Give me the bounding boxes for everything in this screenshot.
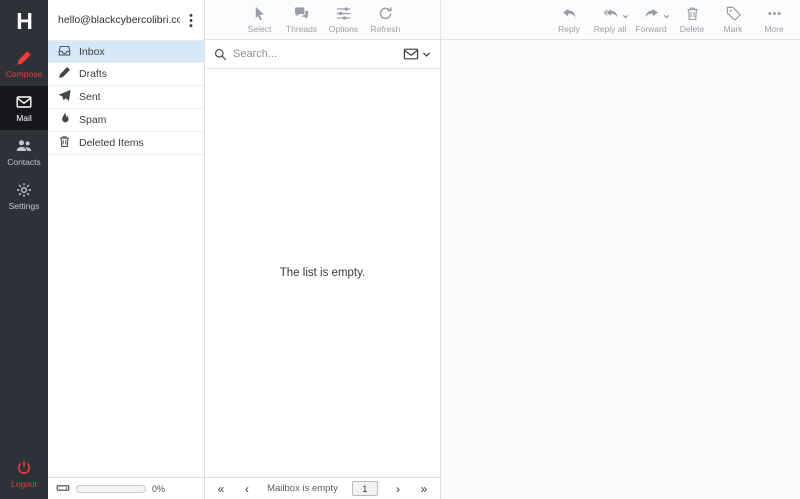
storage-icon bbox=[56, 481, 70, 497]
mail-icon bbox=[16, 94, 32, 110]
folder-label: Deleted Items bbox=[79, 137, 144, 149]
toolbar-list-actions: Select Threads Options Refresh bbox=[205, 0, 441, 39]
taskbar-spacer bbox=[0, 218, 48, 452]
chat-bubbles-icon bbox=[294, 6, 309, 19]
threads-button[interactable]: Threads bbox=[282, 0, 322, 39]
trash-icon bbox=[686, 7, 698, 20]
sidebar-item-mail[interactable]: Mail bbox=[0, 86, 48, 130]
folder-spam[interactable]: Spam bbox=[48, 109, 204, 132]
refresh-label: Refresh bbox=[370, 23, 401, 34]
threads-label: Threads bbox=[285, 23, 318, 34]
folder-drafts[interactable]: Drafts bbox=[48, 63, 204, 86]
sidebar-item-settings[interactable]: Settings bbox=[0, 174, 48, 218]
folder-inbox[interactable]: Inbox bbox=[48, 40, 204, 63]
refresh-icon bbox=[379, 6, 392, 19]
search-icon[interactable] bbox=[214, 48, 227, 61]
message-list-panel: The list is empty. « ‹ Mailbox is empty … bbox=[205, 40, 441, 499]
toolbar: Select Threads Options Refresh Reply Rep… bbox=[205, 0, 800, 40]
paper-plane-icon bbox=[58, 89, 71, 105]
webmail-app: H Compose Mail Contacts Settings Logout … bbox=[0, 0, 800, 499]
folder-label: Spam bbox=[79, 114, 107, 126]
search-bar bbox=[205, 40, 440, 69]
reply-button[interactable]: Reply bbox=[549, 0, 589, 39]
select-button[interactable]: Select bbox=[240, 0, 280, 39]
account-row: hello@blackcybercolibri.com bbox=[48, 0, 204, 40]
more-button[interactable]: More bbox=[754, 0, 794, 39]
reply-all-dropdown-icon[interactable] bbox=[622, 13, 629, 20]
search-input[interactable] bbox=[233, 48, 397, 60]
account-email: hello@blackcybercolibri.com bbox=[58, 14, 180, 26]
options-label: Options bbox=[328, 23, 359, 34]
folder-sent[interactable]: Sent bbox=[48, 86, 204, 109]
logo-letter: H bbox=[16, 7, 33, 34]
mailbox-status: Mailbox is empty bbox=[267, 483, 338, 494]
first-page-button[interactable]: « bbox=[215, 483, 227, 495]
folder-list: Inbox Drafts Sent Spam Deleted Items bbox=[48, 40, 204, 155]
pencil-icon bbox=[58, 66, 71, 82]
envelope-icon bbox=[403, 48, 419, 60]
preview-pane bbox=[441, 40, 800, 499]
reply-icon bbox=[562, 8, 576, 17]
folder-deleted-items[interactable]: Deleted Items bbox=[48, 132, 204, 155]
logout-label: Logout bbox=[11, 479, 37, 489]
sidebar-item-contacts[interactable]: Contacts bbox=[0, 130, 48, 174]
settings-gear-icon bbox=[16, 182, 32, 198]
logout-button[interactable]: Logout bbox=[0, 452, 48, 499]
folder-label: Inbox bbox=[79, 45, 105, 58]
quota-progressbar bbox=[76, 484, 146, 493]
reply-all-label: Reply all bbox=[593, 23, 627, 34]
delete-button[interactable]: Delete bbox=[672, 0, 712, 39]
sliders-icon bbox=[336, 6, 351, 20]
settings-label: Settings bbox=[8, 201, 40, 211]
compose-icon bbox=[16, 50, 32, 66]
last-page-button[interactable]: » bbox=[418, 483, 430, 495]
select-label: Select bbox=[247, 23, 272, 34]
folder-label: Drafts bbox=[79, 68, 108, 80]
inbox-icon bbox=[58, 44, 71, 60]
content-area: The list is empty. « ‹ Mailbox is empty … bbox=[205, 40, 800, 499]
forward-icon bbox=[644, 8, 658, 17]
more-label: More bbox=[764, 23, 784, 34]
folder-panel: hello@blackcybercolibri.com Inbox Drafts… bbox=[48, 0, 205, 499]
search-scope-selector[interactable] bbox=[403, 46, 431, 62]
cursor-icon bbox=[255, 6, 264, 20]
contacts-label: Contacts bbox=[7, 157, 41, 167]
compose-label: Compose bbox=[5, 69, 43, 79]
chevron-down-icon bbox=[422, 51, 431, 57]
page-number-input[interactable] bbox=[351, 481, 378, 496]
taskbar: H Compose Mail Contacts Settings Logout bbox=[0, 0, 48, 499]
contacts-icon bbox=[16, 138, 32, 154]
options-button[interactable]: Options bbox=[324, 0, 364, 39]
reply-all-button[interactable]: Reply all bbox=[590, 0, 630, 39]
sidebar-item-compose[interactable]: Compose bbox=[0, 42, 48, 86]
next-page-button[interactable]: › bbox=[392, 483, 404, 495]
reply-label: Reply bbox=[558, 23, 580, 34]
forward-button[interactable]: Forward bbox=[631, 0, 671, 39]
toolbar-message-actions: Reply Reply all Forward Delete Mark More bbox=[441, 0, 800, 39]
kebab-menu-icon[interactable] bbox=[184, 12, 198, 28]
mail-label: Mail bbox=[16, 113, 32, 123]
main-area: Select Threads Options Refresh Reply Rep… bbox=[205, 0, 800, 499]
forward-label: Forward bbox=[635, 23, 667, 34]
prev-page-button[interactable]: ‹ bbox=[241, 483, 253, 495]
forward-dropdown-icon[interactable] bbox=[663, 13, 670, 20]
quota-bar: 0% bbox=[48, 477, 204, 499]
app-logo[interactable]: H bbox=[0, 0, 48, 42]
mark-label: Mark bbox=[723, 23, 743, 34]
trash-icon bbox=[58, 135, 71, 151]
mark-button[interactable]: Mark bbox=[713, 0, 753, 39]
ellipsis-icon bbox=[767, 11, 781, 15]
quota-percent: 0% bbox=[152, 483, 166, 494]
power-icon bbox=[16, 460, 32, 476]
delete-label: Delete bbox=[679, 23, 705, 34]
pagination-bar: « ‹ Mailbox is empty › » bbox=[205, 477, 440, 499]
empty-list-message: The list is empty. bbox=[279, 267, 366, 279]
flame-icon bbox=[58, 112, 71, 128]
reply-all-icon bbox=[603, 8, 617, 17]
folder-label: Sent bbox=[79, 91, 101, 103]
tag-icon bbox=[726, 6, 740, 20]
refresh-button[interactable]: Refresh bbox=[366, 0, 406, 39]
